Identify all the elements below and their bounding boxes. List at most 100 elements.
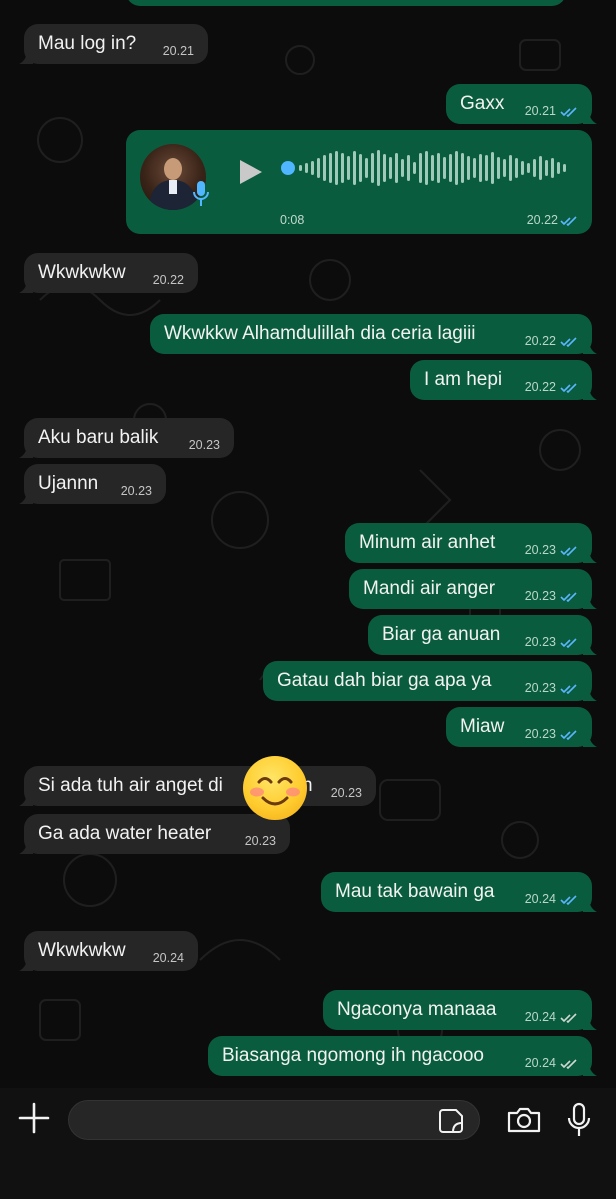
voice-message[interactable]: 0:08 20.22 — [126, 130, 592, 234]
outgoing-message[interactable]: Ngaconya manaaa 20.24 — [323, 990, 597, 1030]
double-check-icon — [560, 684, 577, 694]
bubble-tail — [19, 957, 33, 971]
message-bubble-partial[interactable] — [126, 0, 566, 6]
waveform-bar — [497, 157, 500, 179]
message-text: I am hepi — [424, 369, 503, 390]
camera-icon[interactable] — [506, 1106, 542, 1134]
message-text: Ngaconya manaaa — [337, 999, 497, 1020]
plus-icon[interactable] — [18, 1102, 50, 1134]
sticker-icon[interactable] — [438, 1108, 464, 1134]
outgoing-message[interactable]: Wkwkkw Alhamdulillah dia ceria lagiii 20.… — [150, 314, 597, 354]
waveform-bar — [485, 155, 488, 181]
outgoing-message[interactable]: Biar ga anuan 20.23 — [368, 615, 597, 655]
bubble-tail — [583, 1016, 597, 1030]
waveform-bar — [371, 153, 374, 183]
waveform-bar — [353, 151, 356, 185]
waveform-bar — [455, 151, 458, 185]
outgoing-message[interactable]: I am hepi 20.22 — [410, 360, 597, 400]
outgoing-message[interactable]: Mau tak bawain ga 20.24 — [321, 872, 597, 912]
incoming-message[interactable]: Ga ada water heater 20.23 — [19, 814, 290, 854]
double-check-icon — [560, 1013, 577, 1023]
incoming-message[interactable]: Ujannn 20.23 — [19, 464, 166, 504]
message-text: Gatau dah biar ga apa ya — [277, 670, 492, 691]
bubble-tail — [583, 340, 597, 354]
bubble-tail — [19, 490, 33, 504]
waveform-bar — [419, 153, 422, 183]
incoming-message[interactable]: Si ada tuh air anget di n 20.23 — [19, 766, 376, 806]
waveform-bar — [299, 165, 302, 171]
message-time: 20.23 — [120, 484, 152, 498]
waveform-bar — [545, 160, 548, 176]
message-text: Minum air anhet — [359, 532, 496, 553]
bubble-tail — [583, 733, 597, 747]
message-text: Aku baru balik — [38, 427, 159, 448]
voice-duration: 0:08 — [280, 213, 305, 227]
incoming-message[interactable]: Aku baru balik 20.23 — [19, 418, 234, 458]
bubble-tail — [583, 1062, 597, 1076]
incoming-message[interactable]: Mau log in? 20.21 — [19, 24, 208, 64]
message-text: Wkwkwkw — [38, 262, 126, 283]
message-time: 20.22 — [152, 273, 184, 287]
waveform-bar — [539, 156, 542, 180]
waveform-bar — [473, 158, 476, 178]
double-check-icon — [560, 592, 577, 602]
bubble-tail — [583, 110, 597, 124]
bubble-tail — [583, 898, 597, 912]
playback-scrubber[interactable] — [281, 161, 295, 175]
chat-area[interactable]: Mau log in? 20.21 Gaxx 20.21 Wkwkwkw 20.22 Wkw… — [0, 0, 616, 1088]
double-check-icon — [560, 638, 577, 648]
double-check-icon — [560, 337, 577, 347]
double-check-icon — [560, 546, 577, 556]
message-text: Wkwkwkw — [38, 940, 126, 961]
bubble-tail — [583, 595, 597, 609]
microphone-icon[interactable] — [566, 1102, 592, 1138]
outgoing-message[interactable]: Biasanga ngomong ih ngacooo 20.24 — [208, 1036, 597, 1076]
bubble-tail — [583, 549, 597, 563]
bubble-tail — [19, 279, 33, 293]
outgoing-message[interactable]: Minum air anhet 20.23 — [345, 523, 597, 563]
bubble-tail — [19, 792, 33, 806]
waveform-bar — [563, 164, 566, 172]
waveform-bar — [377, 150, 380, 186]
composer-bar — [0, 1088, 616, 1199]
message-time: 20.23 — [524, 681, 556, 695]
message-text: Ujannn — [38, 473, 99, 494]
message-input[interactable] — [68, 1100, 480, 1140]
waveform-bar — [479, 154, 482, 182]
waveform-bar — [467, 156, 470, 180]
audio-waveform[interactable] — [281, 148, 571, 188]
outgoing-message[interactable]: Miaw 20.23 — [446, 707, 597, 747]
waveform-bar — [305, 163, 308, 173]
bubble-tail — [19, 444, 33, 458]
waveform-bar — [383, 154, 386, 182]
play-icon[interactable] — [238, 158, 264, 186]
message-text: Wkwkkw Alhamdulillah dia ceria lagiii — [164, 323, 476, 344]
incoming-message[interactable]: Wkwkwkw 20.22 — [19, 253, 198, 293]
waveform-bar — [533, 159, 536, 177]
message-time: 20.23 — [244, 834, 276, 848]
outgoing-message[interactable]: Gatau dah biar ga apa ya 20.23 — [263, 661, 597, 701]
message-text: Mau log in? — [38, 33, 137, 54]
bubble-tail — [583, 386, 597, 400]
waveform-bar — [401, 159, 404, 177]
bubble-tail — [19, 840, 33, 854]
smiling-emoji-sticker — [243, 756, 307, 820]
waveform-bar — [347, 156, 350, 180]
message-text: Biasanga ngomong ih ngacooo — [222, 1045, 484, 1066]
waveform-bar — [443, 157, 446, 179]
waveform-bar — [389, 157, 392, 179]
incoming-message[interactable]: Wkwkwkw 20.24 — [19, 931, 198, 971]
message-time: 20.23 — [524, 589, 556, 603]
waveform-bar — [431, 155, 434, 181]
message-text: Mau tak bawain ga — [335, 881, 495, 902]
message-time: 20.23 — [330, 786, 362, 800]
waveform-bar — [341, 153, 344, 183]
outgoing-message[interactable]: Mandi air anger 20.23 — [349, 569, 597, 609]
double-check-icon — [560, 383, 577, 393]
outgoing-message[interactable]: Gaxx 20.21 — [446, 84, 597, 124]
message-time: 20.22 — [526, 213, 558, 227]
message-time: 20.24 — [152, 951, 184, 965]
waveform-bar — [335, 151, 338, 185]
waveform-bar — [503, 159, 506, 177]
message-text: Ga ada water heater — [38, 823, 212, 844]
